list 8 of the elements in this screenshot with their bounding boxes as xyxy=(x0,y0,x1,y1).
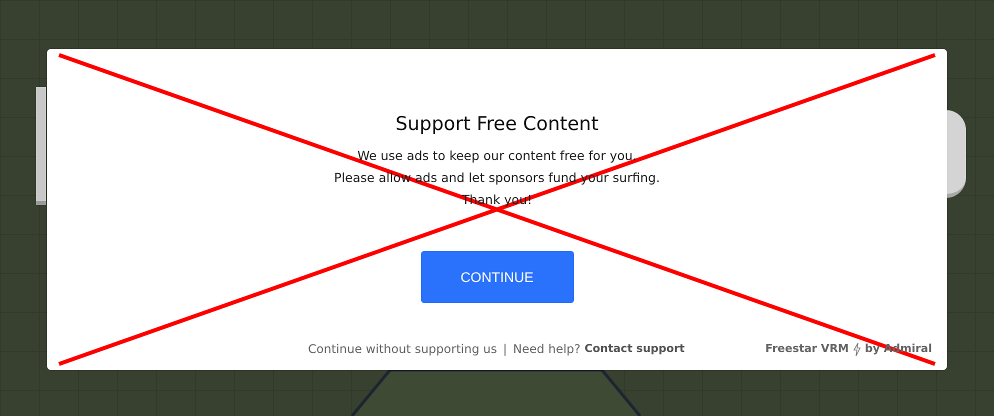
brand-name: Freestar VRM xyxy=(765,340,849,357)
lightning-icon xyxy=(852,342,861,356)
skip-link[interactable]: Continue without supporting us xyxy=(308,340,497,358)
continue-button[interactable]: CONTINUE xyxy=(420,251,574,303)
contact-support-link[interactable]: Contact support xyxy=(584,340,685,358)
dialog-title: Support Free Content xyxy=(395,112,599,137)
separator: | xyxy=(503,341,508,358)
help-text: Need help? xyxy=(513,341,581,358)
